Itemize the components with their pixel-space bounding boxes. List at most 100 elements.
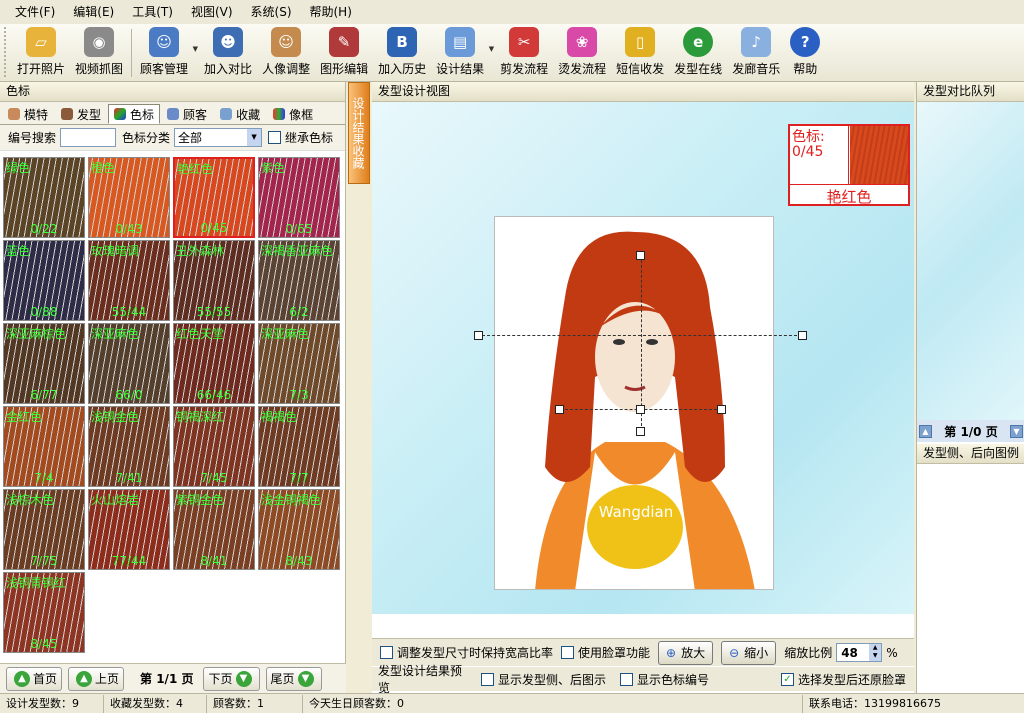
portrait-photo[interactable]: Wangdian bbox=[494, 216, 774, 590]
menu-tools[interactable]: 工具(T) bbox=[123, 1, 182, 23]
open-photo-button[interactable]: ▱ 打开照片 bbox=[12, 27, 70, 81]
color-swatch[interactable]: 紫铜金色 8/41 bbox=[173, 489, 255, 570]
resize-handle[interactable] bbox=[555, 405, 564, 414]
color-swatch[interactable]: 浅铜金色 7/41 bbox=[88, 406, 170, 487]
zoom-in-button[interactable]: ⊕ 放大 bbox=[658, 640, 714, 665]
resize-handle[interactable] bbox=[798, 331, 807, 340]
tab-color[interactable]: 色标 bbox=[108, 104, 161, 124]
swatch-name: 丑外森林 bbox=[176, 244, 225, 258]
color-swatch[interactable]: 浅金铜褐色 8/43 bbox=[258, 489, 340, 570]
color-swatch[interactable]: 浅铜青铜红 8/45 bbox=[3, 572, 85, 653]
help-button[interactable]: ? 帮助 bbox=[785, 27, 825, 81]
category-select[interactable]: 全部 ▼ bbox=[174, 128, 263, 147]
chevron-down-icon: ▼ bbox=[247, 129, 262, 146]
color-swatch[interactable]: 火山熔岩 77/44 bbox=[88, 489, 170, 570]
keep-ratio-checkbox[interactable] bbox=[380, 646, 393, 659]
hairstyle-online-button[interactable]: e 发型在线 bbox=[669, 27, 727, 81]
toolbar-grip[interactable] bbox=[4, 27, 10, 77]
menu-view[interactable]: 视图(V) bbox=[182, 1, 242, 23]
restore-face-option[interactable]: ✓ 选择发型后还原脸罩 bbox=[780, 671, 906, 688]
swatch-name: 浅铜金色 bbox=[91, 410, 140, 424]
sms-button[interactable]: ▯ 短信收发 bbox=[611, 27, 669, 81]
zoom-out-button[interactable]: ⊖ 缩小 bbox=[721, 640, 777, 665]
resize-handle[interactable] bbox=[636, 251, 645, 260]
perm-flow-button[interactable]: ❀ 烫发流程 bbox=[553, 27, 611, 81]
color-swatch[interactable]: 橙色 0/43 bbox=[88, 157, 170, 238]
color-swatch[interactable]: 绿色 0/22 bbox=[3, 157, 85, 238]
salon-music-button[interactable]: ♪ 发廊音乐 bbox=[727, 27, 785, 81]
add-history-button[interactable]: B 加入历史 bbox=[373, 27, 431, 81]
cut-flow-button[interactable]: ✂ 剪发流程 bbox=[495, 27, 553, 81]
design-result-button[interactable]: ▤ 设计结果 ▼ bbox=[431, 27, 494, 81]
keep-ratio-label: 调整发型尺寸时保持宽高比率 bbox=[397, 646, 554, 660]
color-swatch[interactable]: 蓝色 0/88 bbox=[3, 240, 85, 321]
tab-favorites[interactable]: 收藏 bbox=[214, 104, 266, 124]
color-swatch[interactable]: 褐褐色 7/7 bbox=[258, 406, 340, 487]
tab-model[interactable]: 模特 bbox=[2, 104, 54, 124]
menu-system[interactable]: 系统(S) bbox=[242, 1, 301, 23]
customer-management-button[interactable]: ☺ 顾客管理 ▼ bbox=[135, 27, 198, 81]
zoom-value: 48 bbox=[841, 645, 858, 660]
show-side-option[interactable]: 显示发型侧、后图示 bbox=[480, 671, 606, 688]
face-mask-option[interactable]: 使用脸罩功能 bbox=[561, 644, 650, 661]
design-canvas[interactable]: 色标: 0/45 艳红色 Wangdian bbox=[372, 102, 914, 614]
color-swatch[interactable]: 紫色 0/65 bbox=[258, 157, 340, 238]
show-side-checkbox[interactable] bbox=[480, 672, 494, 686]
design-result-favorites-tab[interactable]: 设计结果收藏 bbox=[348, 82, 370, 184]
swatch-name: 紫铜金色 bbox=[176, 493, 225, 507]
library-tabs: 模特 发型 色标 顾客 收藏 像框 bbox=[0, 102, 345, 125]
add-compare-button[interactable]: ☻ 加入对比 bbox=[199, 27, 257, 81]
restore-face-checkbox[interactable]: ✓ bbox=[780, 672, 794, 686]
video-capture-button[interactable]: ◉ 视频抓图 bbox=[70, 27, 128, 81]
color-swatch-panel: 色标 模特 发型 色标 顾客 收藏 像框 编号搜索 色标分类 全部 ▼ 继承色标… bbox=[0, 82, 346, 693]
color-swatch[interactable]: 金红色 7/4 bbox=[3, 406, 85, 487]
portrait-adjust-label: 人像调整 bbox=[262, 62, 311, 76]
tab-customer[interactable]: 顾客 bbox=[161, 104, 213, 124]
tab-hairstyle[interactable]: 发型 bbox=[55, 104, 107, 124]
resize-handle[interactable] bbox=[474, 331, 483, 340]
prev-page-button[interactable]: ▲ 上页 bbox=[68, 666, 125, 691]
color-swatch[interactable]: 丑外森林 55/55 bbox=[173, 240, 255, 321]
color-swatch[interactable]: 深亚麻色 66/0 bbox=[88, 323, 170, 404]
tab-frame[interactable]: 像框 bbox=[267, 104, 319, 124]
color-swatch[interactable]: 深褐香亚麻色 6/2 bbox=[258, 240, 340, 321]
keep-ratio-option[interactable]: 调整发型尺寸时保持宽高比率 bbox=[380, 644, 553, 661]
menu-edit[interactable]: 编辑(E) bbox=[64, 1, 123, 23]
resize-handle[interactable] bbox=[636, 427, 645, 436]
menu-file[interactable]: 文件(F) bbox=[6, 1, 64, 23]
show-code-option[interactable]: 显示色标编号 bbox=[619, 671, 709, 688]
color-preview-swatch bbox=[850, 126, 908, 184]
page-indicator: 第 1/1 页 bbox=[140, 672, 194, 686]
zoom-stepper[interactable]: 48 ▲ ▼ bbox=[836, 643, 883, 662]
dropdown-arrow-icon[interactable]: ▼ bbox=[193, 45, 198, 53]
stepper-arrows-icon[interactable]: ▲ ▼ bbox=[869, 644, 882, 661]
face-mask-checkbox[interactable] bbox=[561, 646, 575, 659]
next-page-button[interactable]: 下页 ▼ bbox=[203, 666, 260, 691]
page-up-icon[interactable]: ▲ bbox=[919, 424, 932, 438]
compare-queue-area[interactable] bbox=[917, 102, 1024, 420]
page-down-icon[interactable]: ▼ bbox=[1009, 424, 1023, 438]
color-swatch[interactable]: 红色天堂 66/46 bbox=[173, 323, 255, 404]
first-page-button[interactable]: ▲ 首页 bbox=[6, 666, 63, 691]
portrait-adjust-button[interactable]: ☺ 人像调整 bbox=[257, 27, 315, 81]
color-swatch[interactable]: 艳红色 0/45 bbox=[173, 157, 255, 238]
color-swatch[interactable]: 浅棕木色 7/75 bbox=[3, 489, 85, 570]
graphic-edit-button[interactable]: ✎ 图形编辑 bbox=[315, 27, 373, 81]
menu-help[interactable]: 帮助(H) bbox=[301, 1, 361, 23]
inherit-color-checkbox[interactable] bbox=[268, 131, 282, 144]
code-search-input[interactable] bbox=[60, 128, 117, 147]
compare-queue-panel: 发型对比队列 ▲ 第 1/0 页 ▼ 发型侧、后向图例 bbox=[916, 82, 1024, 693]
resize-handle[interactable] bbox=[717, 405, 726, 414]
swatch-code: 66/46 bbox=[196, 388, 232, 402]
show-code-checkbox[interactable] bbox=[619, 672, 633, 686]
swatch-code: 0/43 bbox=[115, 222, 143, 236]
color-swatch[interactable]: 铜褐深红 7/45 bbox=[173, 406, 255, 487]
dropdown-arrow-icon[interactable]: ▼ bbox=[489, 45, 494, 53]
color-swatch[interactable]: 深亚麻棕色 6/77 bbox=[3, 323, 85, 404]
swatch-code: 77/44 bbox=[111, 554, 147, 568]
color-swatch[interactable]: 深亚麻色 7/3 bbox=[258, 323, 340, 404]
resize-handle[interactable] bbox=[636, 405, 645, 414]
category-value: 全部 bbox=[178, 131, 203, 145]
color-swatch[interactable]: 玫瑰暗调 55/44 bbox=[88, 240, 170, 321]
last-page-button[interactable]: 尾页 ▼ bbox=[265, 666, 322, 691]
